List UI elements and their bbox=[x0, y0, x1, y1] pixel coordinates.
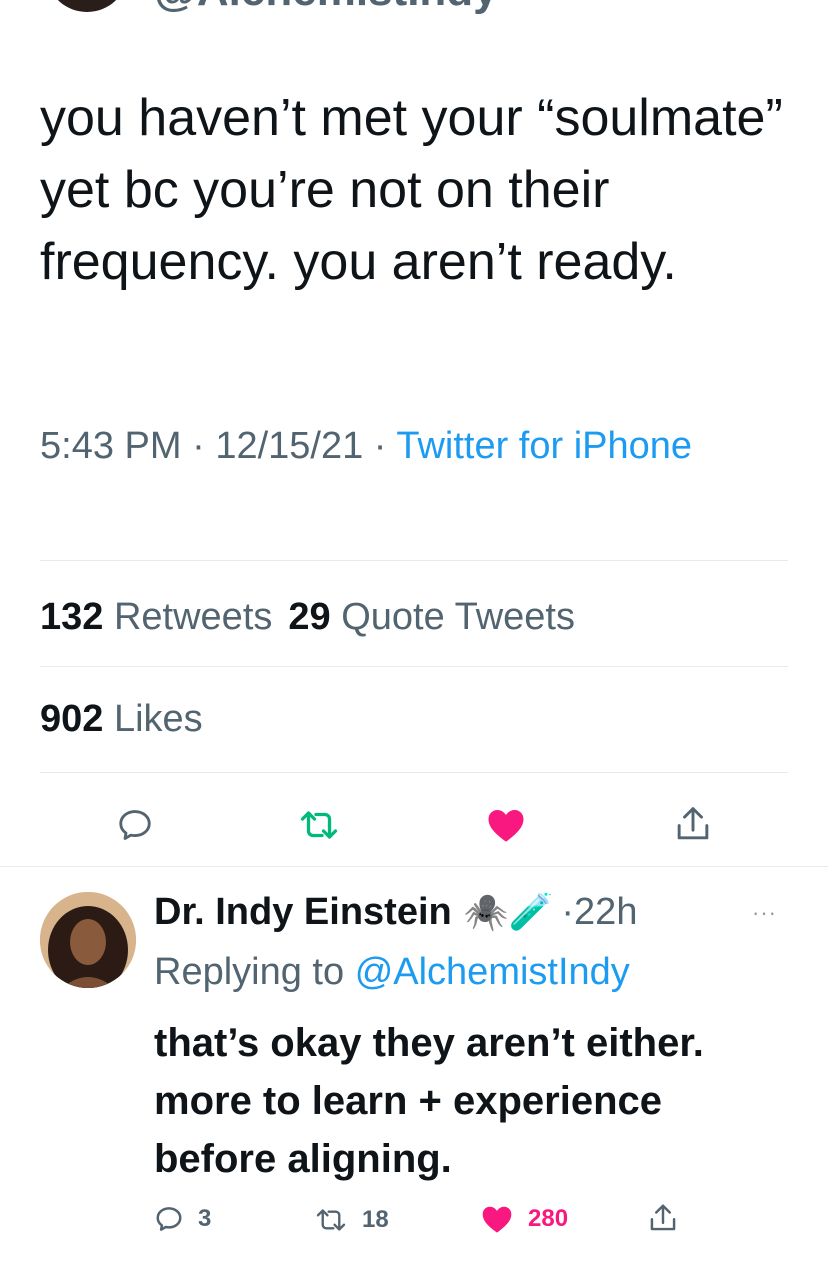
retweet-count: 18 bbox=[362, 1206, 389, 1233]
share-icon bbox=[650, 1204, 676, 1231]
meta-separator: · bbox=[373, 425, 397, 467]
reply-count: 3 bbox=[198, 1205, 212, 1232]
replying-prefix: Replying to bbox=[154, 951, 345, 993]
reply-retweet-button[interactable]: 18 bbox=[314, 1206, 389, 1234]
author-handle[interactable]: @AlchemistIndy bbox=[154, 0, 498, 16]
divider bbox=[40, 772, 788, 773]
reply-icon bbox=[119, 810, 151, 840]
more-options-icon[interactable]: ··· bbox=[752, 900, 777, 926]
like-button[interactable] bbox=[486, 806, 526, 844]
likes-count: 902 bbox=[40, 698, 104, 740]
quotes-count: 29 bbox=[288, 596, 331, 638]
retweet-quote-stats: 132 Retweets 29 Quote Tweets bbox=[40, 596, 575, 639]
quotes-label: Quote Tweets bbox=[341, 596, 575, 638]
author-avatar[interactable] bbox=[48, 0, 126, 12]
likes-stat[interactable]: 902 Likes bbox=[40, 698, 203, 741]
retweet-icon bbox=[300, 811, 338, 839]
reply-share-button[interactable] bbox=[648, 1202, 678, 1234]
tweet-date: 12/15/21 bbox=[215, 425, 364, 467]
replying-to: Replying to @AlchemistIndy bbox=[154, 946, 630, 998]
heart-icon bbox=[488, 810, 524, 842]
reply-author-avatar[interactable] bbox=[40, 892, 136, 988]
like-count: 280 bbox=[528, 1205, 569, 1232]
share-icon bbox=[677, 807, 709, 840]
divider bbox=[40, 666, 788, 667]
heart-icon bbox=[482, 1206, 512, 1233]
retweet-button[interactable] bbox=[298, 808, 340, 842]
reply-text: that’s okay they aren’t either. more to … bbox=[154, 1021, 704, 1181]
reply-icon bbox=[156, 1207, 182, 1231]
replying-handle-link[interactable]: @AlchemistIndy bbox=[355, 951, 630, 993]
reply-author-name[interactable]: Dr. Indy Einstein bbox=[154, 886, 452, 938]
tweet-meta: 5:43 PM · 12/15/21 · Twitter for iPhone bbox=[40, 418, 800, 474]
tweet-source-link[interactable]: Twitter for iPhone bbox=[396, 425, 692, 467]
reply-like-button[interactable]: 280 bbox=[480, 1204, 568, 1234]
tweet-time: 5:43 PM bbox=[40, 425, 182, 467]
tweet-text: you haven’t met your “soulmate” yet bc y… bbox=[40, 89, 783, 291]
retweets-stat[interactable]: 132 Retweets bbox=[40, 596, 272, 638]
share-button[interactable] bbox=[674, 804, 712, 844]
retweets-count: 132 bbox=[40, 596, 104, 638]
retweet-icon bbox=[316, 1209, 346, 1231]
reply-button[interactable] bbox=[116, 806, 154, 844]
likes-label: Likes bbox=[113, 698, 203, 740]
name-emojis: 🕷️🧪 bbox=[463, 891, 554, 932]
reply-timestamp[interactable]: ·22h bbox=[561, 886, 637, 938]
reply-reply-button[interactable]: 3 bbox=[154, 1204, 211, 1234]
quote-tweets-stat[interactable]: 29 Quote Tweets bbox=[288, 596, 575, 638]
reply-header: Dr. Indy Einstein 🕷️🧪 ·22h bbox=[154, 886, 637, 938]
meta-separator: · bbox=[192, 425, 216, 467]
divider bbox=[40, 560, 788, 561]
retweets-label: Retweets bbox=[113, 596, 273, 638]
divider bbox=[0, 866, 828, 867]
avatar-image bbox=[40, 892, 136, 988]
